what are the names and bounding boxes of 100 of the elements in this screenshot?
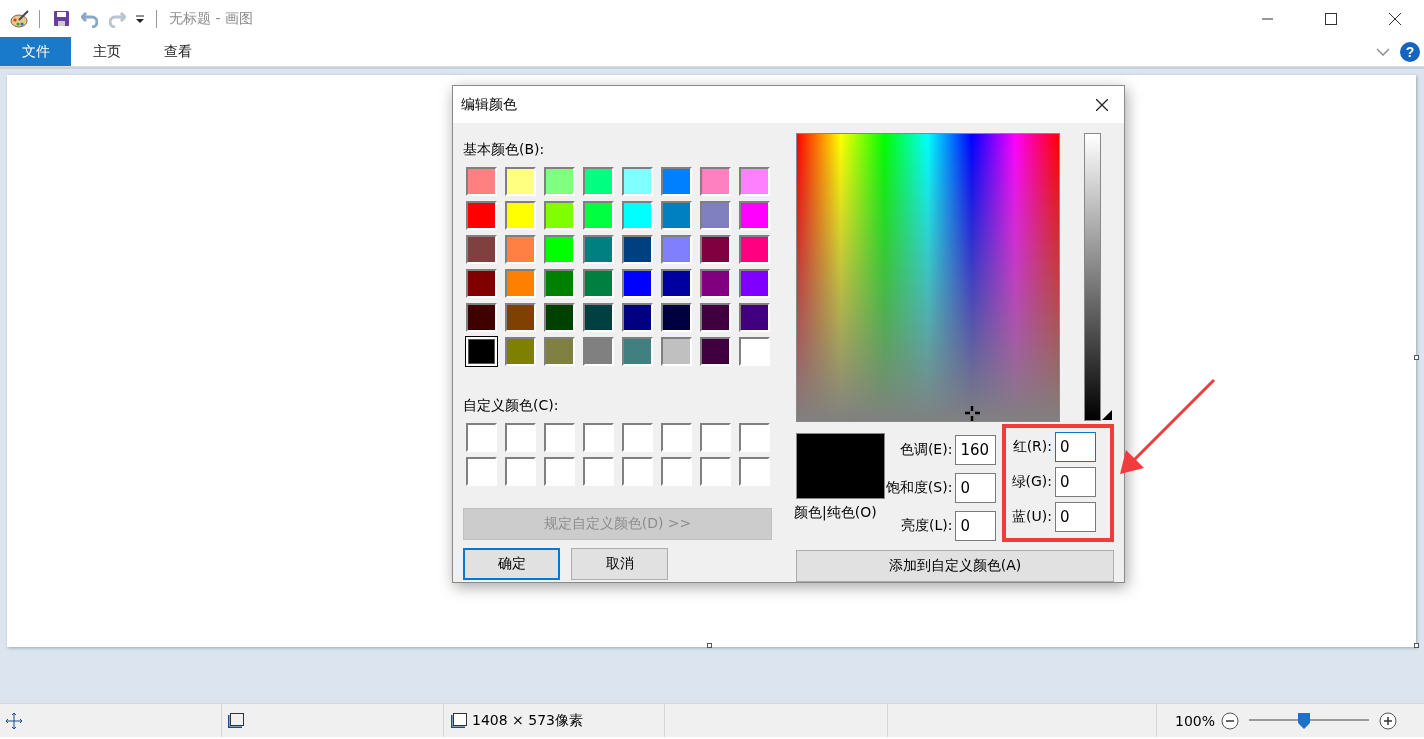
number-field[interactable]: 0 bbox=[1055, 502, 1096, 532]
resize-handle[interactable] bbox=[707, 643, 712, 648]
crosshair-icon bbox=[964, 406, 980, 421]
color-swatch[interactable] bbox=[661, 303, 692, 332]
color-swatch[interactable] bbox=[544, 167, 575, 196]
palette-icon bbox=[9, 9, 29, 28]
color-swatch[interactable] bbox=[544, 201, 575, 230]
number-field[interactable]: 0 bbox=[955, 510, 997, 541]
custom-color-swatch[interactable] bbox=[739, 457, 770, 486]
ribbon-tab[interactable]: 主页 bbox=[71, 37, 142, 66]
custom-color-swatch[interactable] bbox=[505, 423, 536, 452]
color-swatch[interactable] bbox=[505, 303, 536, 332]
custom-color-swatch[interactable] bbox=[700, 457, 731, 486]
color-swatch[interactable] bbox=[739, 201, 770, 230]
color-swatch[interactable] bbox=[622, 303, 653, 332]
custom-color-swatch[interactable] bbox=[583, 423, 614, 452]
color-swatch[interactable] bbox=[700, 235, 731, 264]
color-swatch[interactable] bbox=[505, 337, 536, 366]
field-label: 蓝(U): bbox=[1012, 508, 1052, 526]
custom-color-swatch[interactable] bbox=[622, 423, 653, 452]
color-swatch[interactable] bbox=[505, 167, 536, 196]
color-spectrum[interactable] bbox=[796, 133, 1060, 422]
color-swatch[interactable] bbox=[466, 235, 497, 264]
color-swatch[interactable] bbox=[505, 235, 536, 264]
number-field[interactable]: 160 bbox=[955, 434, 997, 465]
custom-color-swatch[interactable] bbox=[505, 457, 536, 486]
field-label: 色调(E): bbox=[899, 440, 953, 459]
color-swatch[interactable] bbox=[544, 235, 575, 264]
color-swatch[interactable] bbox=[661, 201, 692, 230]
color-swatch[interactable] bbox=[544, 303, 575, 332]
color-swatch[interactable] bbox=[466, 303, 497, 332]
color-swatch[interactable] bbox=[622, 235, 653, 264]
color-swatch[interactable] bbox=[700, 337, 731, 366]
color-swatch[interactable] bbox=[505, 201, 536, 230]
custom-color-swatch[interactable] bbox=[739, 423, 770, 452]
color-swatch[interactable] bbox=[661, 167, 692, 196]
custom-color-swatch[interactable] bbox=[466, 457, 497, 486]
custom-color-swatch[interactable] bbox=[700, 423, 731, 452]
color-swatch[interactable] bbox=[700, 201, 731, 230]
field-label: 亮度(L): bbox=[900, 516, 953, 535]
custom-color-swatch[interactable] bbox=[661, 457, 692, 486]
color-swatch[interactable] bbox=[739, 235, 770, 264]
basic-colors-label: 基本颜色(B): bbox=[463, 140, 546, 159]
custom-color-swatch[interactable] bbox=[661, 423, 692, 452]
add-to-custom-colors-button[interactable]: 添加到自定义颜色(A) bbox=[796, 550, 1114, 582]
color-swatch[interactable] bbox=[466, 269, 497, 298]
color-swatch[interactable] bbox=[544, 337, 575, 366]
collapse-ribbon-button[interactable] bbox=[1376, 47, 1390, 56]
custom-colors-label: 自定义颜色(C): bbox=[463, 396, 560, 415]
color-swatch[interactable] bbox=[661, 235, 692, 264]
custom-color-swatch[interactable] bbox=[544, 423, 575, 452]
color-swatch[interactable] bbox=[622, 337, 653, 366]
selection-size-icon bbox=[227, 712, 244, 729]
color-swatch[interactable] bbox=[622, 269, 653, 298]
color-swatch[interactable] bbox=[661, 269, 692, 298]
color-swatch[interactable] bbox=[622, 201, 653, 230]
color-swatch[interactable] bbox=[739, 269, 770, 298]
undo-arrow-icon bbox=[80, 9, 98, 28]
color-swatch[interactable] bbox=[583, 167, 614, 196]
resize-handle[interactable] bbox=[1414, 643, 1419, 648]
custom-color-swatch[interactable] bbox=[466, 423, 497, 452]
color-swatch[interactable] bbox=[505, 269, 536, 298]
color-swatch[interactable] bbox=[544, 269, 575, 298]
color-swatch[interactable] bbox=[466, 201, 497, 230]
color-swatch[interactable] bbox=[583, 337, 614, 366]
color-swatch[interactable] bbox=[583, 303, 614, 332]
canvas-size-text: 1408 × 573像素 bbox=[472, 711, 583, 730]
number-field[interactable]: 0 bbox=[955, 472, 997, 503]
color-swatch[interactable] bbox=[739, 303, 770, 332]
zoom-out-button[interactable] bbox=[1221, 711, 1240, 730]
color-swatch[interactable] bbox=[583, 269, 614, 298]
color-swatch[interactable] bbox=[739, 167, 770, 196]
color-swatch[interactable] bbox=[583, 201, 614, 230]
cancel-button[interactable]: 取消 bbox=[571, 548, 668, 580]
zoom-in-button[interactable] bbox=[1379, 711, 1398, 730]
close-icon bbox=[1389, 12, 1401, 25]
color-swatch[interactable] bbox=[739, 337, 770, 366]
color-swatch[interactable] bbox=[583, 235, 614, 264]
field-label: 绿(G): bbox=[1011, 473, 1052, 491]
color-swatch[interactable] bbox=[700, 303, 731, 332]
color-swatch[interactable] bbox=[700, 269, 731, 298]
color-swatch[interactable] bbox=[700, 167, 731, 196]
color-swatch[interactable] bbox=[466, 167, 497, 196]
color-swatch[interactable] bbox=[661, 337, 692, 366]
ribbon-tab[interactable]: 文件 bbox=[0, 37, 71, 66]
plus-icon bbox=[1379, 711, 1398, 730]
zoom-level-text: 100% bbox=[1175, 712, 1216, 729]
color-swatch[interactable] bbox=[622, 167, 653, 196]
custom-color-swatch[interactable] bbox=[583, 457, 614, 486]
ribbon-tab[interactable]: 查看 bbox=[142, 37, 213, 66]
ok-button[interactable]: 确定 bbox=[463, 548, 560, 580]
slider-thumb[interactable] bbox=[1297, 712, 1310, 729]
redo-arrow-icon bbox=[108, 9, 126, 28]
field-label: 红(R): bbox=[1012, 438, 1052, 456]
number-field[interactable]: 0 bbox=[1055, 467, 1096, 497]
number-field[interactable]: 0 bbox=[1055, 432, 1096, 462]
help-button[interactable]: ? bbox=[1400, 41, 1420, 62]
resize-handle[interactable] bbox=[1414, 355, 1419, 360]
custom-color-swatch[interactable] bbox=[544, 457, 575, 486]
custom-color-swatch[interactable] bbox=[622, 457, 653, 486]
